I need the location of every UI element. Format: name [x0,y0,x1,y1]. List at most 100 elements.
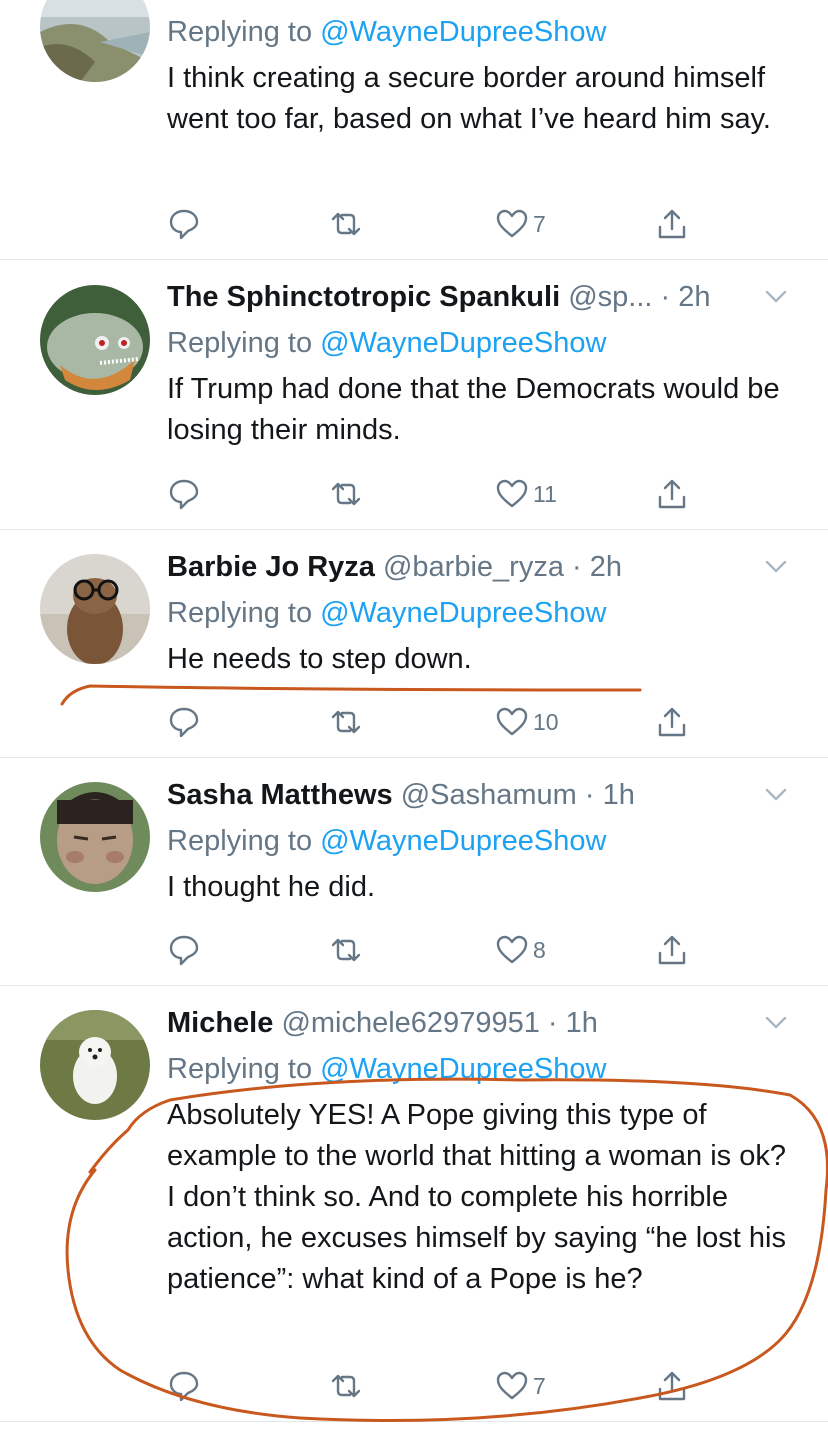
timestamp[interactable]: · 2h [572,551,622,583]
tweet-text: I thought he did. [167,871,375,903]
display-name[interactable]: Sasha Matthews [167,779,393,811]
replying-prefix: Replying to [167,825,313,857]
avatar-coastline-photo [40,0,150,82]
reply-icon [169,707,199,738]
retweet-button[interactable] [329,204,363,244]
heart-icon [496,1371,528,1400]
retweet-icon [331,938,361,962]
tweet[interactable]: Michele @michele62979951 · 1h Replying t… [0,986,828,1422]
replying-prefix: Replying to [167,327,313,359]
replying-handle-link[interactable]: @WayneDupreeShow [320,1053,606,1085]
heart-icon [496,935,528,964]
avatar[interactable] [40,782,150,892]
share-button[interactable] [655,930,689,970]
heart-icon [496,707,528,736]
retweet-icon [331,710,361,734]
display-name[interactable]: The Sphinctotropic Spankuli [167,281,560,313]
reply-button[interactable] [167,204,201,244]
tweet-header: Sasha Matthews @Sashamum · 1h [167,775,788,815]
reply-button[interactable] [167,1366,201,1406]
like-button[interactable]: 7 [495,1366,546,1406]
tweet[interactable]: Replying to @WayneDupreeShow I think cre… [0,0,828,260]
tweet-actions: 7 [167,204,707,244]
tweet[interactable]: Barbie Jo Ryza @barbie_ryza · 2h Replyin… [0,530,828,758]
timestamp[interactable]: · 2h [661,281,711,313]
replying-prefix: Replying to [167,16,313,48]
retweet-icon [331,1374,361,1398]
tweet-header: Barbie Jo Ryza @barbie_ryza · 2h [167,547,788,587]
chevron-down-icon[interactable] [764,559,788,575]
chevron-down-icon[interactable] [764,1015,788,1031]
tweet-header: Michele @michele62979951 · 1h [167,1003,788,1043]
like-count: 8 [533,936,546,963]
share-button[interactable] [655,204,689,244]
avatar[interactable] [40,0,150,82]
replying-handle-link[interactable]: @WayneDupreeShow [320,597,606,629]
replying-to: Replying to @WayneDupreeShow [167,12,788,52]
tweet-header: The Sphinctotropic Spankuli @sp... · 2h [167,277,788,317]
retweet-button[interactable] [329,474,363,514]
replying-to: Replying to @WayneDupreeShow [167,593,788,633]
like-button[interactable]: 11 [495,474,557,514]
display-name[interactable]: Michele [167,1007,273,1039]
user-handle[interactable]: @michele62979951 [281,1007,539,1039]
tweet[interactable]: The Sphinctotropic Spankuli @sp... · 2h … [0,260,828,530]
heart-icon [496,479,528,508]
user-handle[interactable]: @Sashamum [401,779,577,811]
avatar[interactable] [40,554,150,664]
avatar-animal-with-glasses-photo [40,554,150,664]
like-count: 7 [533,210,546,237]
reply-icon [169,479,199,510]
avatar-white-dog-photo [40,1010,150,1120]
timestamp[interactable]: · 1h [585,779,635,811]
user-handle[interactable]: @barbie_ryza [383,551,564,583]
share-button[interactable] [655,702,689,742]
reply-icon [169,935,199,966]
chevron-down-icon[interactable] [764,787,788,803]
replying-to: Replying to @WayneDupreeShow [167,1049,788,1089]
share-button[interactable] [655,474,689,514]
replying-handle-link[interactable]: @WayneDupreeShow [320,16,606,48]
retweet-button[interactable] [329,1366,363,1406]
share-icon [658,1371,686,1401]
like-count: 7 [533,1372,546,1399]
user-handle[interactable]: @sp... [568,281,652,313]
like-count: 10 [533,708,559,735]
timestamp[interactable]: · 1h [548,1007,598,1039]
tweet-actions: 10 [167,702,707,742]
reply-button[interactable] [167,474,201,514]
tweet-text: Absolutely YES! A Pope giving this type … [167,1099,786,1295]
like-button[interactable]: 7 [495,204,546,244]
chevron-down-icon[interactable] [764,289,788,305]
tweet-text: He needs to step down. [167,643,472,675]
replying-to: Replying to @WayneDupreeShow [167,323,788,363]
replying-handle-link[interactable]: @WayneDupreeShow [320,825,606,857]
share-button[interactable] [655,1366,689,1406]
share-icon [658,479,686,509]
share-icon [658,935,686,965]
retweet-button[interactable] [329,930,363,970]
replying-prefix: Replying to [167,597,313,629]
tweet-actions: 7 [167,1366,707,1406]
tweet-actions: 8 [167,930,707,970]
replying-to: Replying to @WayneDupreeShow [167,821,788,861]
replying-handle-link[interactable]: @WayneDupreeShow [320,327,606,359]
like-button[interactable]: 8 [495,930,546,970]
share-icon [658,209,686,239]
reply-icon [169,1371,199,1402]
like-count: 11 [533,480,557,507]
avatar[interactable] [40,285,150,395]
avatar[interactable] [40,1010,150,1120]
retweet-icon [331,482,361,506]
tweet[interactable]: Sasha Matthews @Sashamum · 1h Replying t… [0,758,828,986]
tweet-text: I think creating a secure border around … [167,62,771,135]
like-button[interactable]: 10 [495,702,559,742]
heart-icon [496,209,528,238]
reply-button[interactable] [167,702,201,742]
display-name[interactable]: Barbie Jo Ryza [167,551,375,583]
reply-icon [169,209,199,240]
retweet-button[interactable] [329,702,363,742]
tweet-actions: 11 [167,474,707,514]
share-icon [658,707,686,737]
reply-button[interactable] [167,930,201,970]
